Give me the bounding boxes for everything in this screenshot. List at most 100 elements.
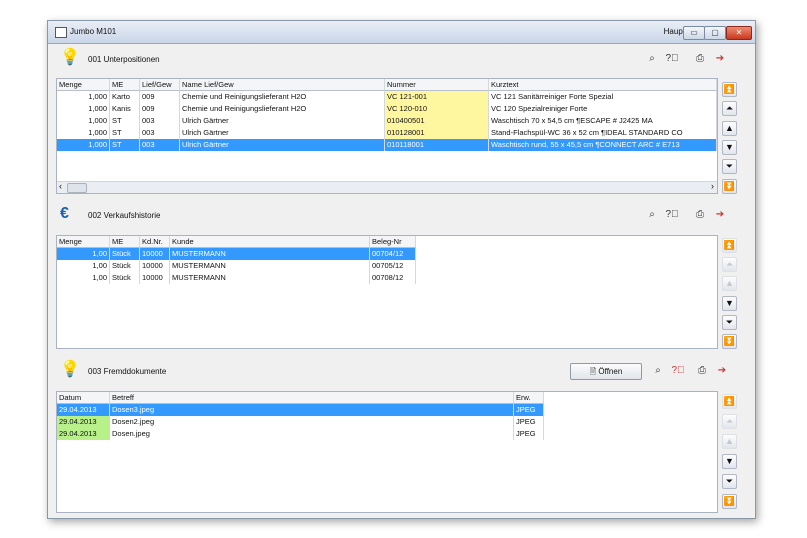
grid-unterpositionen: Menge ME Lief/Gew Name Lief/Gew Nummer Kurzte… [56, 78, 718, 194]
column-header[interactable]: Menge [57, 79, 110, 91]
export-icon[interactable]: ➔ [714, 363, 730, 379]
euro-icon: € [60, 205, 69, 222]
table-cell: JPEG [514, 416, 544, 428]
help-icon[interactable]: ?⃞ [664, 51, 680, 67]
table-row[interactable]: 1,000 ST 003 Ulrich Gärtner 010400501 Waschti… [57, 115, 717, 127]
table-cell: VC 120-010 [385, 103, 489, 115]
prev-record-button[interactable]: ▲ [722, 434, 737, 449]
table-cell: 10000 [140, 248, 170, 260]
section-unterpositionen: 💡 001 Unterpositionen ⌕ ?⃞ ⎙ ➔ Menge ME Li… [52, 45, 750, 197]
column-header[interactable]: Betreff [110, 392, 514, 404]
column-header[interactable]: Name Lief/Gew [180, 79, 385, 91]
table-cell: Ulrich Gärtner [180, 139, 385, 151]
last-record-button[interactable]: ⏬ [722, 334, 737, 349]
table-cell: 29.04.2013 [57, 428, 110, 440]
binoculars-icon[interactable]: ⌕ [644, 51, 660, 67]
section-fremddokumente: 💡 003 Fremddokumente 🗎 Öffnen ⌕ ?⃞ ⎙ ➔ D… [52, 357, 750, 515]
last-record-button[interactable]: ⏬ [722, 494, 737, 509]
table-cell: Chemie und Reinigungslieferant H2O [180, 103, 385, 115]
column-header[interactable]: Kunde [170, 236, 370, 248]
last-record-button[interactable]: ⏬ [722, 179, 737, 194]
next-page-button[interactable]: ⏷ [722, 474, 737, 489]
table-row[interactable]: 1,00 Stück 10000 MUSTERMANN 00708/12 [57, 272, 416, 284]
lightbulb-icon: 💡 [60, 49, 80, 66]
table-row[interactable]: 1,000 ST 003 Ulrich Gärtner 010128001 Stand-F… [57, 127, 717, 139]
prev-page-button[interactable]: ⏶ [722, 414, 737, 429]
table-cell: 00708/12 [370, 272, 416, 284]
table-row[interactable]: 1,00 Stück 10000 MUSTERMANN 00704/12 [57, 248, 416, 260]
help-icon[interactable]: ?⃞ [664, 207, 680, 223]
column-header[interactable]: ME [110, 79, 140, 91]
prev-record-button[interactable]: ▲ [722, 121, 737, 136]
help-icon[interactable]: ?⃞ [670, 363, 686, 379]
column-header[interactable]: ME [110, 236, 140, 248]
prev-record-button[interactable]: ▲ [722, 276, 737, 291]
main-window: Jumbo M101 Haupt ▭ ▢ ✕ 💡 001 Unterpositi… [47, 20, 756, 519]
table-cell: 1,00 [57, 272, 110, 284]
next-page-button[interactable]: ⏷ [722, 315, 737, 330]
maximize-button[interactable]: ▢ [704, 26, 726, 40]
horizontal-scrollbar[interactable]: ‹ › [57, 181, 717, 193]
scroll-right-icon[interactable]: › [711, 181, 714, 191]
table-row[interactable]: 29.04.2013 Dosen2.jpeg JPEG [57, 416, 544, 428]
column-header[interactable]: Kurztext [489, 79, 717, 91]
table-cell: Waschtisch rund, 55 x 45,5 cm ¶CONNECT A… [489, 139, 717, 151]
printer-icon[interactable]: ⎙ [692, 51, 708, 67]
binoculars-icon[interactable]: ⌕ [644, 207, 660, 223]
column-header[interactable]: Nummer [385, 79, 489, 91]
minimize-button[interactable]: ▭ [683, 26, 705, 40]
column-header[interactable]: Beleg-Nr [370, 236, 416, 248]
export-icon[interactable]: ➔ [712, 207, 728, 223]
first-record-button[interactable]: ⏫ [722, 394, 737, 409]
next-page-button[interactable]: ⏷ [722, 159, 737, 174]
table-row[interactable]: 1,000 Karto 009 Chemie und Reinigungsliefer… [57, 91, 717, 103]
table-cell: 1,000 [57, 115, 110, 127]
column-header[interactable]: Datum [57, 392, 110, 404]
table-cell: 010118001 [385, 139, 489, 151]
table-cell: VC 121-001 [385, 91, 489, 103]
table-row[interactable]: 1,00 Stück 10000 MUSTERMANN 00705/12 [57, 260, 416, 272]
next-record-button[interactable]: ▼ [722, 454, 737, 469]
table-cell: JPEG [514, 404, 544, 416]
export-icon[interactable]: ➔ [712, 51, 728, 67]
scroll-left-icon[interactable]: ‹ [59, 181, 62, 191]
table-cell: Karto [110, 91, 140, 103]
scroll-thumb[interactable] [67, 183, 87, 193]
printer-icon[interactable]: ⎙ [692, 207, 708, 223]
column-header[interactable]: Menge [57, 236, 110, 248]
table-cell: Chemie und Reinigungslieferant H2O [180, 91, 385, 103]
next-record-button[interactable]: ▼ [722, 140, 737, 155]
grid-verkaufshistorie: Menge ME Kd.Nr. Kunde Beleg-Nr 1,00 Stück 10000… [56, 235, 718, 349]
first-record-button[interactable]: ⏫ [722, 82, 737, 97]
table-cell: 1,000 [57, 103, 110, 115]
prev-page-button[interactable]: ⏶ [722, 257, 737, 272]
table-row[interactable]: 29.04.2013 Dosen.jpeg JPEG [57, 428, 544, 440]
table-cell: VC 120 Spezialreiniger Forte [489, 103, 717, 115]
table-row[interactable]: 29.04.2013 Dosen3.jpeg JPEG [57, 404, 544, 416]
close-button[interactable]: ✕ [726, 26, 752, 40]
table-cell: JPEG [514, 428, 544, 440]
haupt-menu[interactable]: Haupt [664, 27, 685, 36]
table-cell: Kanis [110, 103, 140, 115]
open-button[interactable]: 🗎 Öffnen [570, 363, 642, 380]
printer-icon[interactable]: ⎙ [694, 363, 710, 379]
prev-page-button[interactable]: ⏶ [722, 101, 737, 116]
window-title: Jumbo M101 [70, 27, 117, 36]
table-cell: Stück [110, 272, 140, 284]
table-cell: Stand-Flachspül-WC 36 x 52 cm ¶IDEAL STA… [489, 127, 717, 139]
table-cell: 1,00 [57, 248, 110, 260]
column-header[interactable]: Kd.Nr. [140, 236, 170, 248]
column-header[interactable]: Lief/Gew [140, 79, 180, 91]
section-header: 💡 003 Fremddokumente 🗎 Öffnen ⌕ ?⃞ ⎙ ➔ [52, 357, 750, 385]
column-header[interactable]: Erw. [514, 392, 544, 404]
table-cell: Dosen3.jpeg [110, 404, 514, 416]
table-cell: Stück [110, 248, 140, 260]
next-record-button[interactable]: ▼ [722, 296, 737, 311]
binoculars-icon[interactable]: ⌕ [650, 363, 666, 379]
table-cell: 003 [140, 115, 180, 127]
table-row[interactable]: 1,000 ST 003 Ulrich Gärtner 010118001 Waschti… [57, 139, 717, 151]
table-row[interactable]: 1,000 Kanis 009 Chemie und Reinigungsliefer… [57, 103, 717, 115]
table-cell: 010128001 [385, 127, 489, 139]
first-record-button[interactable]: ⏫ [722, 238, 737, 253]
table-cell: 1,000 [57, 127, 110, 139]
